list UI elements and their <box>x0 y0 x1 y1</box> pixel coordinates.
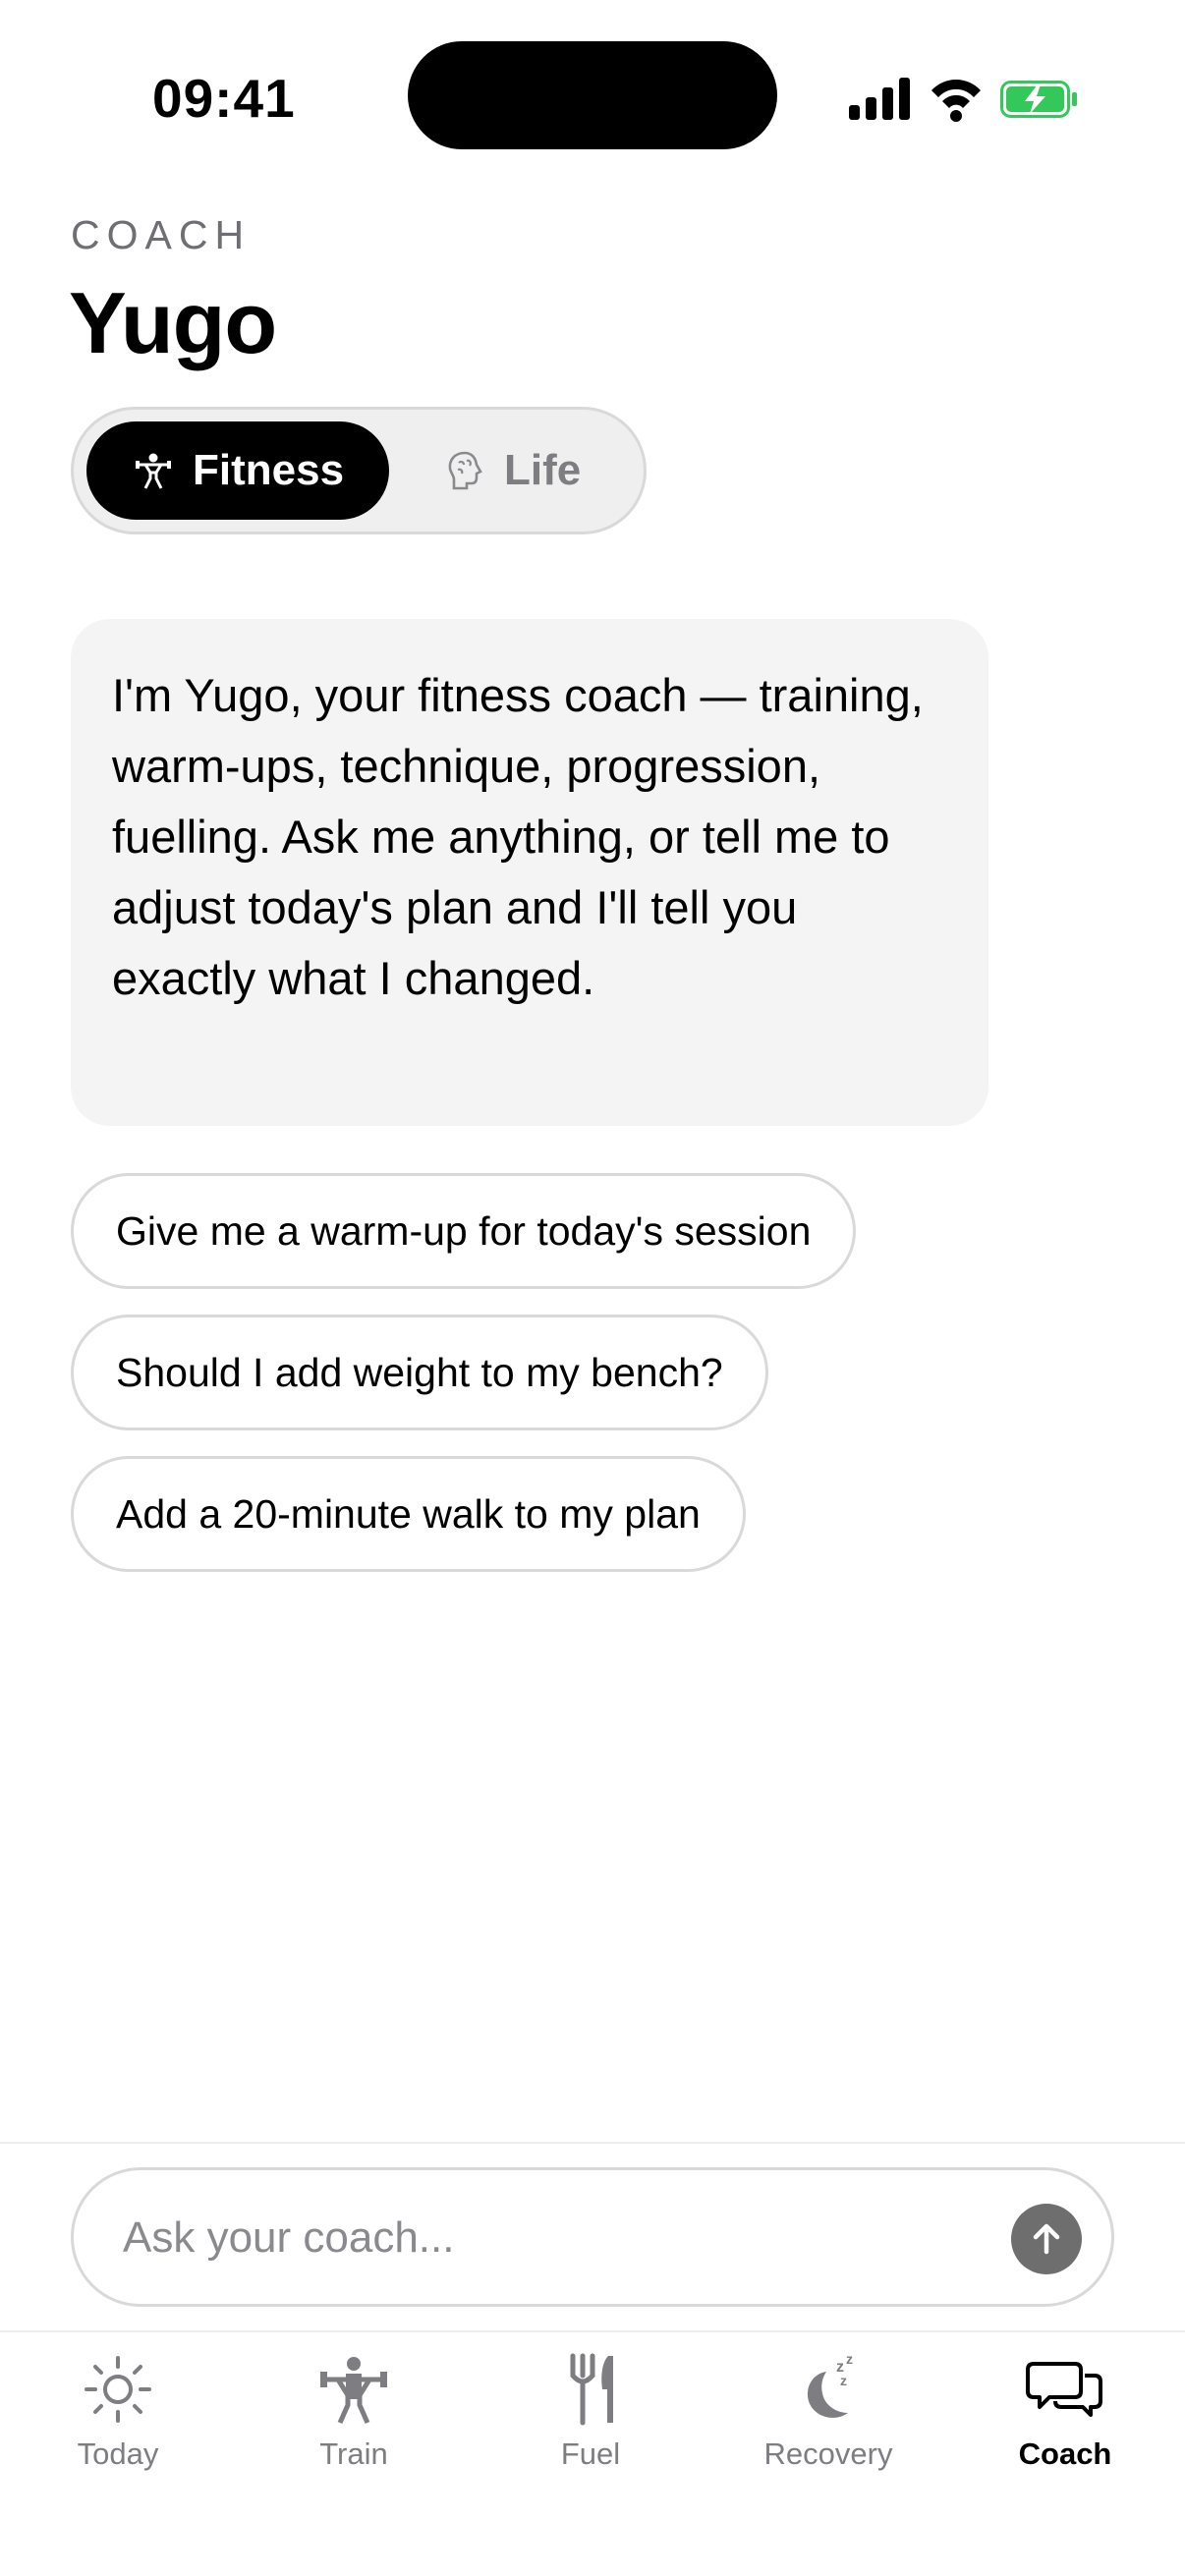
divider <box>0 2142 1185 2144</box>
moon-zzz-icon: z z z <box>807 2351 853 2418</box>
divider <box>0 2330 1185 2332</box>
tab-fuel-label: Fuel <box>560 2436 621 2471</box>
coach-message-text: I'm Yugo, your fitness coach — training,… <box>112 669 924 1004</box>
tab-today[interactable]: Today <box>20 2350 216 2478</box>
coach-message-bubble: I'm Yugo, your fitness coach — training,… <box>71 619 988 1126</box>
tab-fuel[interactable]: Fuel <box>492 2350 689 2478</box>
cellular-signal-icon <box>849 78 910 120</box>
fork-knife-icon <box>570 2353 613 2426</box>
wifi-icon <box>931 80 981 122</box>
sun-icon <box>85 2356 151 2423</box>
tab-today-label: Today <box>77 2436 159 2471</box>
weightlifter-icon <box>136 453 171 489</box>
chat-input[interactable] <box>121 2192 970 2284</box>
tab-train-label: Train <box>319 2436 388 2471</box>
tab-train[interactable]: Train <box>255 2350 452 2478</box>
suggestion-chip[interactable]: Add a 20-minute walk to my plan <box>71 1456 746 1572</box>
tab-recovery[interactable]: z z z Recovery <box>730 2350 927 2478</box>
svg-text:z: z <box>840 2373 847 2388</box>
page-eyebrow: COACH <box>71 212 252 257</box>
brain-icon <box>448 451 482 490</box>
coach-mode-toggle: Fitness Life <box>71 407 647 534</box>
weightlifter-icon <box>320 2357 387 2425</box>
message-composer <box>71 2167 1114 2307</box>
status-icons <box>847 73 1083 124</box>
status-time: 09:41 <box>152 68 296 129</box>
tab-life-label: Life <box>504 446 582 494</box>
suggestion-chip[interactable]: Should I add weight to my bench? <box>71 1315 768 1430</box>
battery-charging-icon <box>1000 81 1077 118</box>
tab-coach-label: Coach <box>1018 2436 1112 2471</box>
chat-bubbles-icon <box>1026 2362 1102 2417</box>
suggestion-chip[interactable]: Give me a warm-up for today's session <box>71 1173 857 1289</box>
tab-fitness-label: Fitness <box>193 446 345 494</box>
send-button[interactable] <box>1011 2204 1082 2274</box>
tab-recovery-label: Recovery <box>763 2436 893 2471</box>
dynamic-island <box>408 41 777 149</box>
svg-text:z: z <box>846 2351 853 2367</box>
tab-coach[interactable]: Coach <box>967 2350 1163 2478</box>
arrow-up-icon <box>1033 2223 1060 2255</box>
tab-life[interactable]: Life <box>388 421 634 520</box>
page-title: Yugo <box>69 274 277 371</box>
tab-fitness[interactable]: Fitness <box>86 421 389 520</box>
